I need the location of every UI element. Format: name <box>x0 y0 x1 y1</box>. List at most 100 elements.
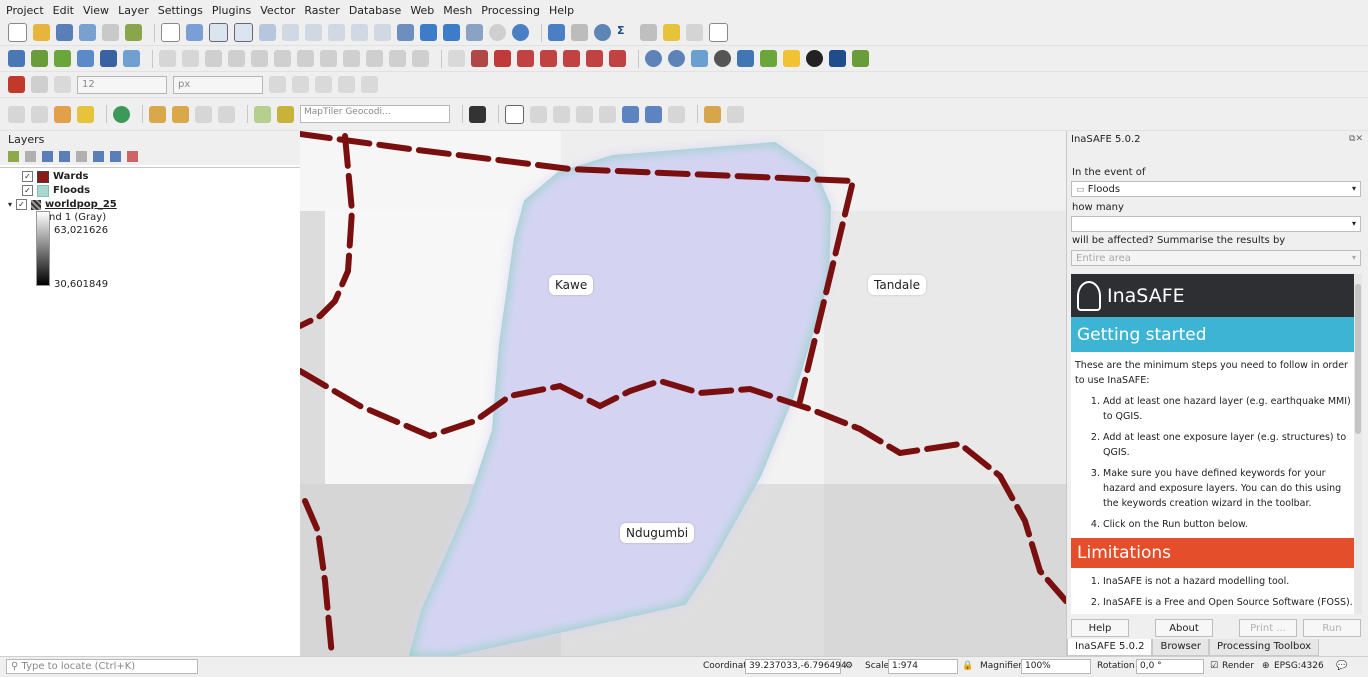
toggle-extents-icon[interactable]: ⚙ <box>845 661 853 671</box>
digitize-pencil-icon[interactable] <box>159 50 176 67</box>
label-tool-4-icon[interactable] <box>540 50 557 67</box>
zoom-selection-icon[interactable] <box>282 24 299 41</box>
metasearch-icon[interactable] <box>714 50 731 67</box>
globe-search-2-icon[interactable] <box>668 50 685 67</box>
paste-icon[interactable] <box>366 50 383 67</box>
menu-mesh[interactable]: Mesh <box>443 4 472 17</box>
settings-gear-icon[interactable] <box>594 24 611 41</box>
pan-icon[interactable] <box>161 23 180 42</box>
zoom-native-icon[interactable] <box>328 24 345 41</box>
geocoder-search-input[interactable]: MapTiler Geocodi... <box>300 105 450 123</box>
label-tool-3-icon[interactable] <box>517 50 534 67</box>
shakemap-converter-icon[interactable] <box>704 105 721 123</box>
new-3d-view-icon[interactable] <box>420 24 437 41</box>
measure-icon[interactable] <box>640 24 657 41</box>
render-checkbox[interactable]: ☑ <box>1210 661 1218 671</box>
identify-icon[interactable] <box>548 24 565 41</box>
modify-attributes-icon[interactable] <box>274 50 291 67</box>
digitizing-1-icon[interactable] <box>149 105 166 123</box>
snapping-magnet-icon[interactable] <box>8 76 25 93</box>
style-manager-icon[interactable] <box>125 24 142 41</box>
rotation-spinbox[interactable]: 0,0 ° <box>1136 659 1204 674</box>
delete-selected-icon[interactable] <box>297 50 314 67</box>
help-scrollbar[interactable] <box>1354 274 1362 614</box>
python-console-icon[interactable] <box>737 50 754 67</box>
crs-button[interactable]: EPSG:4326 <box>1274 661 1324 671</box>
refresh-icon[interactable] <box>512 24 529 41</box>
self-snap-icon[interactable] <box>338 76 355 93</box>
lock-scale-icon[interactable]: 🔒 <box>962 661 973 671</box>
crs-globe-icon[interactable]: ⊕ <box>1262 661 1270 671</box>
tab-browser[interactable]: Browser <box>1152 639 1210 656</box>
zoom-last-icon[interactable] <box>351 24 368 41</box>
expand-arrow-icon[interactable]: ▾ <box>8 200 12 209</box>
menu-plugins[interactable]: Plugins <box>212 4 251 17</box>
expand-all-icon[interactable] <box>93 150 104 162</box>
web-globe-icon[interactable] <box>806 50 823 67</box>
collapse-all-icon[interactable] <box>110 150 121 162</box>
plugin-bug-icon[interactable] <box>852 50 869 67</box>
dock-close-icon[interactable]: ⧉✕ <box>1349 134 1363 144</box>
menu-layer[interactable]: Layer <box>118 4 149 17</box>
messages-icon[interactable]: 💬 <box>1336 661 1347 671</box>
snapping-type-icon[interactable] <box>31 76 48 93</box>
layers-stack-icon[interactable] <box>469 105 486 123</box>
osm-downloader-icon[interactable] <box>622 105 639 123</box>
tab-inasafe[interactable]: InaSAFE 5.0.2 <box>1067 639 1153 656</box>
redo-icon[interactable] <box>412 50 429 67</box>
share-icon[interactable] <box>113 105 130 123</box>
about-button[interactable]: About <box>1155 619 1213 637</box>
label-tool-5-icon[interactable] <box>563 50 580 67</box>
vertex-tool-icon[interactable] <box>251 50 268 67</box>
layer-row-wards[interactable]: ✓ Wards <box>22 170 88 183</box>
show-bookmarks-icon[interactable] <box>466 24 483 41</box>
digitizing-4-icon[interactable] <box>218 105 235 123</box>
label-tool-7-icon[interactable] <box>609 50 626 67</box>
scrollbar-thumb[interactable] <box>1355 284 1361 434</box>
layer-row-floods[interactable]: ✓ Floods <box>22 184 90 197</box>
print-layout-icon[interactable] <box>102 24 119 41</box>
statistics-sigma-icon[interactable]: Σ <box>617 24 634 41</box>
temporal-controller-icon[interactable] <box>489 24 506 41</box>
zoom-out-icon[interactable] <box>234 23 253 42</box>
pan-to-selection-icon[interactable] <box>186 24 203 41</box>
add-vector-icon[interactable] <box>54 50 71 67</box>
snap-intersection-icon[interactable] <box>292 76 309 93</box>
topology-icon[interactable] <box>269 76 286 93</box>
zoom-full-icon[interactable] <box>259 24 276 41</box>
save-as-icon[interactable] <box>79 24 96 41</box>
menu-edit[interactable]: Edit <box>53 4 74 17</box>
snap-vertex-icon[interactable] <box>54 76 71 93</box>
add-spatialite-icon[interactable] <box>123 50 140 67</box>
menu-web[interactable]: Web <box>410 4 434 17</box>
inasafe-dock-icon[interactable] <box>505 104 524 124</box>
menu-database[interactable]: Database <box>349 4 402 17</box>
add-postgis-icon[interactable] <box>100 50 117 67</box>
menu-settings[interactable]: Settings <box>158 4 203 17</box>
grid-plugin-icon[interactable] <box>783 50 800 67</box>
menu-view[interactable]: View <box>83 4 109 17</box>
print-button[interactable]: Print ... <box>1239 619 1297 637</box>
new-map-view-icon[interactable] <box>397 24 414 41</box>
label-tool-1-icon[interactable] <box>471 50 488 67</box>
digitizing-3-icon[interactable] <box>195 105 212 123</box>
zoom-in-icon[interactable] <box>209 23 228 42</box>
multi-buffer-icon[interactable] <box>727 105 744 123</box>
add-raster-icon[interactable] <box>77 50 94 67</box>
zoom-next-icon[interactable] <box>374 24 391 41</box>
deselect-icon[interactable] <box>54 105 71 123</box>
label-tool-6-icon[interactable] <box>586 50 603 67</box>
exposure-dropdown[interactable]: ▾ <box>1071 216 1361 232</box>
save-project-icon[interactable] <box>56 24 73 41</box>
select-value-icon[interactable] <box>31 105 48 123</box>
units-dropdown[interactable]: px <box>173 75 263 94</box>
hazard-dropdown[interactable]: ▭ Floods ▾ <box>1071 181 1361 197</box>
layer-row-worldpop[interactable]: ▾ ✓ worldpop_25 <box>8 198 117 211</box>
georeferencer-icon[interactable] <box>254 105 271 123</box>
keywords-wizard-icon[interactable] <box>576 105 593 123</box>
map-tips-icon[interactable] <box>686 24 703 41</box>
bookmark-icon[interactable] <box>443 24 460 41</box>
new-geopackage-icon[interactable] <box>31 50 48 67</box>
map-image-icon[interactable] <box>691 50 708 67</box>
help-button[interactable]: Help <box>1071 619 1129 637</box>
